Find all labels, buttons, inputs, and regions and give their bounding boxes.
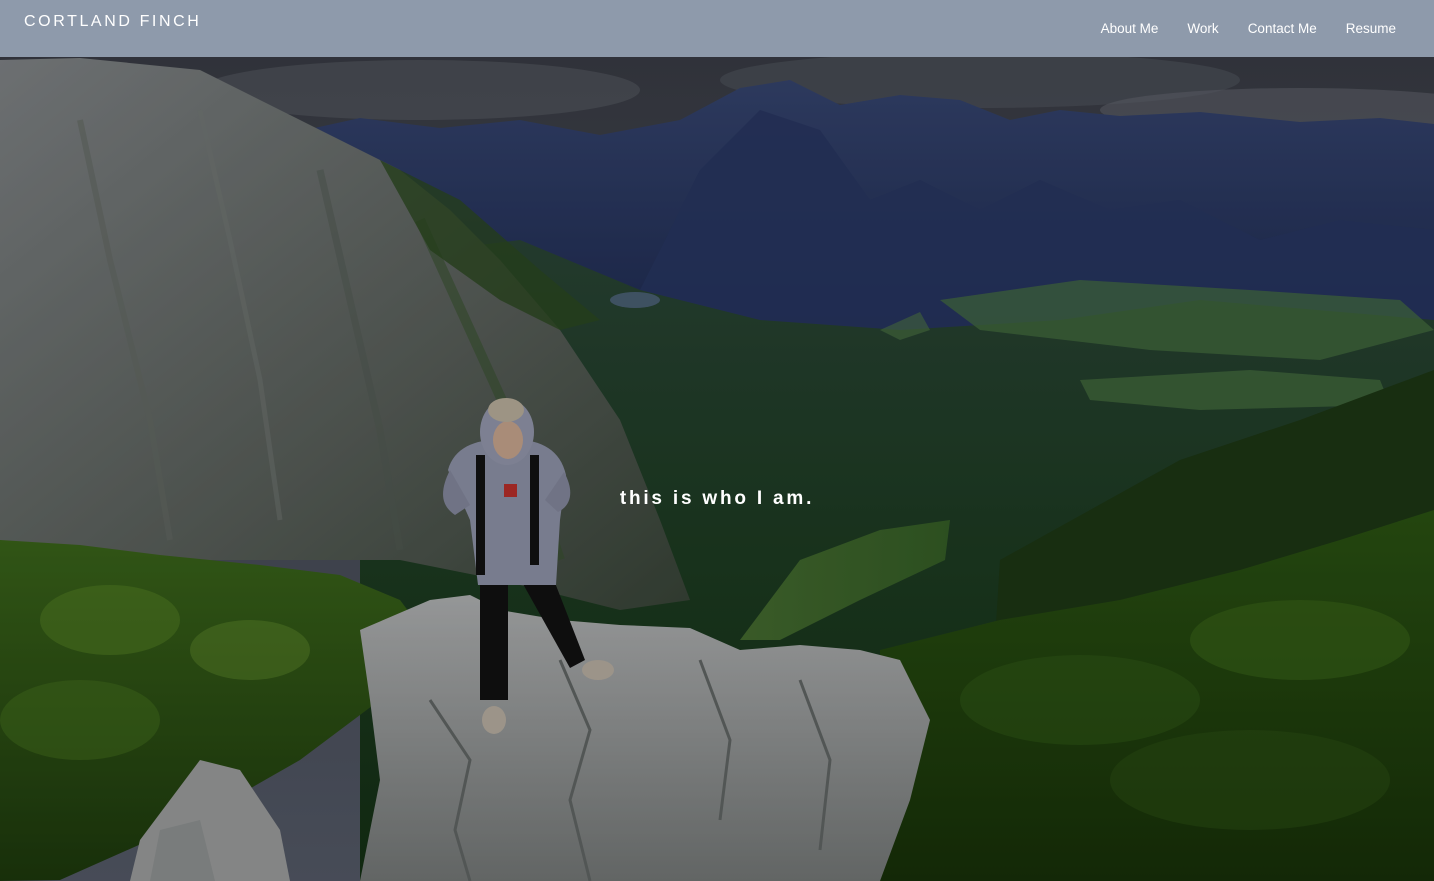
nav-item-resume: Resume: [1346, 20, 1396, 38]
brand-logo-link[interactable]: CORTLAND FINCH: [24, 13, 201, 31]
hero-background-image: [0, 0, 1434, 881]
nav-item-contact: Contact Me: [1248, 20, 1317, 38]
nav-link-resume[interactable]: Resume: [1346, 21, 1396, 36]
page: CORTLAND FINCH About Me Work Contact Me …: [0, 0, 1434, 881]
nav-link-about-me[interactable]: About Me: [1101, 21, 1159, 36]
nav-item-about: About Me: [1101, 20, 1159, 38]
nav-link-contact-me[interactable]: Contact Me: [1248, 21, 1317, 36]
main-nav: About Me Work Contact Me Resume: [1101, 20, 1396, 38]
site-header: CORTLAND FINCH About Me Work Contact Me …: [0, 0, 1434, 57]
nav-item-work: Work: [1187, 20, 1218, 38]
hero-tagline: this is who I am.: [0, 488, 1434, 510]
nav-link-work[interactable]: Work: [1187, 21, 1218, 36]
hero-tagline-text: this is who I am.: [619, 488, 815, 509]
